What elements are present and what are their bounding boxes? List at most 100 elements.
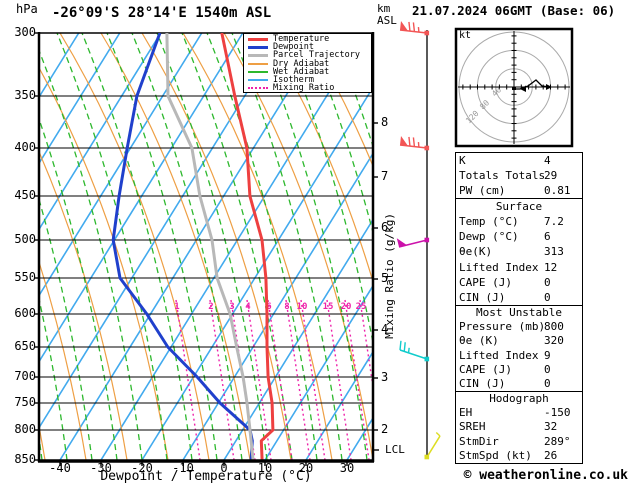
legend-swatch bbox=[248, 45, 268, 49]
row-label: Pressure (mb) bbox=[459, 320, 546, 334]
isotherm-line bbox=[59, 33, 326, 460]
row-value: 289° bbox=[544, 434, 571, 448]
dry-adiabat-line bbox=[100, 33, 251, 460]
wet-adiabat-line bbox=[281, 33, 372, 341]
row-value: 32 bbox=[544, 420, 558, 434]
pressure-tick-label: 300 bbox=[14, 25, 36, 39]
dry-adiabat-line bbox=[141, 33, 292, 460]
row-value: 0 bbox=[544, 290, 551, 304]
mixing-ratio-value-label: 10 bbox=[297, 302, 308, 312]
parcel-trajectory-curve bbox=[165, 33, 255, 460]
row-value: -150 bbox=[544, 406, 571, 420]
hodograph-box: 4080120 bbox=[454, 27, 574, 148]
row-label: Dewp (°C) bbox=[459, 230, 519, 244]
temp-tick-label: 30 bbox=[339, 461, 355, 475]
table-row: Lifted Index 12 bbox=[456, 260, 582, 275]
row-label: Lifted Index bbox=[459, 348, 539, 362]
wind-barb bbox=[396, 237, 430, 248]
mixing-ratio-line bbox=[285, 299, 311, 460]
isotherm-line bbox=[182, 153, 372, 460]
datetime-label: 21.07.2024 06GMT (Base: 06) bbox=[412, 3, 616, 18]
temp-tick-label: -30 bbox=[90, 461, 112, 475]
barb-level-dot bbox=[424, 237, 430, 243]
row-label: CAPE (J) bbox=[459, 275, 512, 289]
row-label: Totals Totals bbox=[459, 169, 546, 182]
legend-swatch bbox=[248, 37, 268, 41]
legend-swatch bbox=[248, 70, 268, 73]
wind-barb bbox=[399, 340, 430, 362]
row-label: StmDir bbox=[459, 434, 499, 448]
table-row: Temp (°C) 7.2 bbox=[456, 214, 582, 229]
isotherm-line bbox=[100, 33, 367, 460]
legend-item: Mixing Ratio bbox=[244, 83, 371, 94]
mixing-ratio-value-label: 2 bbox=[208, 302, 213, 312]
legend: Temperature Dewpoint Parcel Trajectory Dry … bbox=[243, 33, 372, 93]
indices-table: K 4 Totals Totals 29 PW (cm) 0.81 bbox=[455, 152, 583, 199]
row-value: 12 bbox=[544, 260, 558, 274]
mixing-ratio-value-label: 15 bbox=[323, 302, 334, 312]
hodograph-unit-label: kt bbox=[459, 30, 472, 41]
hodograph-table: Hodograph EH -150 SREH 32 StmDir 289° StmSpd (k… bbox=[455, 391, 583, 464]
table-row: StmSpd (kt) 26 bbox=[456, 449, 582, 463]
dry-adiabat-line bbox=[305, 33, 372, 166]
wind-barb bbox=[399, 136, 430, 151]
mixing-ratio-value-label: 4 bbox=[245, 302, 251, 312]
row-label: K bbox=[459, 154, 466, 167]
row-label: EH bbox=[459, 406, 473, 420]
temp-tick-label: 20 bbox=[298, 461, 314, 475]
table-row: PW (cm) 0.81 bbox=[456, 183, 582, 198]
table-row: SREH 32 bbox=[456, 420, 582, 434]
table-row: CAPE (J) 0 bbox=[456, 363, 582, 377]
pressure-tick-label: 700 bbox=[14, 369, 36, 383]
row-label: Lifted Index bbox=[459, 260, 539, 274]
table-row: θe (K) 320 bbox=[456, 334, 582, 348]
pressure-tick-label: 650 bbox=[14, 339, 36, 353]
table-row: Dewp (°C) 6 bbox=[456, 229, 582, 244]
row-label: CIN (J) bbox=[459, 290, 506, 304]
legend-swatch bbox=[248, 62, 268, 65]
table-header: Most Unstable bbox=[475, 306, 563, 319]
pressure-tick-label: 800 bbox=[14, 422, 36, 436]
km-tick-label: 5 bbox=[381, 271, 389, 285]
table-row: CIN (J) 0 bbox=[456, 290, 582, 305]
pressure-tick-label: 350 bbox=[14, 88, 36, 102]
barb-level-dot bbox=[424, 145, 430, 151]
isotherm-line bbox=[40, 33, 285, 428]
barb-level-dot bbox=[424, 30, 430, 36]
pressure-unit-label: hPa bbox=[16, 2, 38, 16]
row-value: 6 bbox=[544, 230, 551, 244]
legend-swatch bbox=[248, 79, 268, 82]
chart-title: -26°09'S 28°14'E 1540m ASL bbox=[52, 5, 272, 21]
skewt-sounding-chart: 1 2 3 4 6 8 10 15 20 25 40 80 120 hPa -26°09'S 28°14… bbox=[0, 0, 629, 486]
row-value: 320 bbox=[544, 334, 564, 348]
row-label: StmSpd (kt) bbox=[459, 448, 532, 462]
row-value: 0 bbox=[544, 275, 551, 289]
pressure-tick-label: 450 bbox=[14, 188, 36, 202]
row-value: 0 bbox=[544, 376, 551, 390]
temp-tick-label: -10 bbox=[172, 461, 194, 475]
table-row: CAPE (J) 0 bbox=[456, 275, 582, 290]
lcl-label: LCL bbox=[385, 443, 405, 456]
wind-barb bbox=[399, 21, 430, 36]
km-tick-label: 4 bbox=[381, 322, 389, 336]
row-value: 800 bbox=[544, 320, 564, 334]
table-row: CIN (J) 0 bbox=[456, 377, 582, 391]
row-label: θe (K) bbox=[459, 334, 499, 348]
row-value: 0.81 bbox=[544, 184, 571, 197]
copyright: © weatheronline.co.uk bbox=[463, 468, 628, 483]
table-row: Pressure (mb) 800 bbox=[456, 320, 582, 334]
data-tables: K 4 Totals Totals 29 PW (cm) 0.81 Surface Temp … bbox=[455, 152, 583, 464]
pressure-tick-label: 750 bbox=[14, 395, 36, 409]
pressure-tick-label: 550 bbox=[14, 270, 36, 284]
row-label: PW (cm) bbox=[459, 184, 506, 197]
row-value: 7.2 bbox=[544, 215, 564, 229]
km-tick-label: 6 bbox=[381, 220, 389, 234]
mixing-ratio-value-label: 25 bbox=[356, 302, 367, 312]
barb-level-dot bbox=[424, 356, 430, 362]
most-unstable-table: Most Unstable Pressure (mb) 800 θe (K) 320 Li… bbox=[455, 305, 583, 392]
legend-swatch bbox=[248, 87, 268, 90]
temp-tick-label: -20 bbox=[131, 461, 153, 475]
table-row: StmDir 289° bbox=[456, 435, 582, 449]
row-label: CAPE (J) bbox=[459, 362, 512, 376]
legend-label: Mixing Ratio bbox=[273, 83, 335, 94]
